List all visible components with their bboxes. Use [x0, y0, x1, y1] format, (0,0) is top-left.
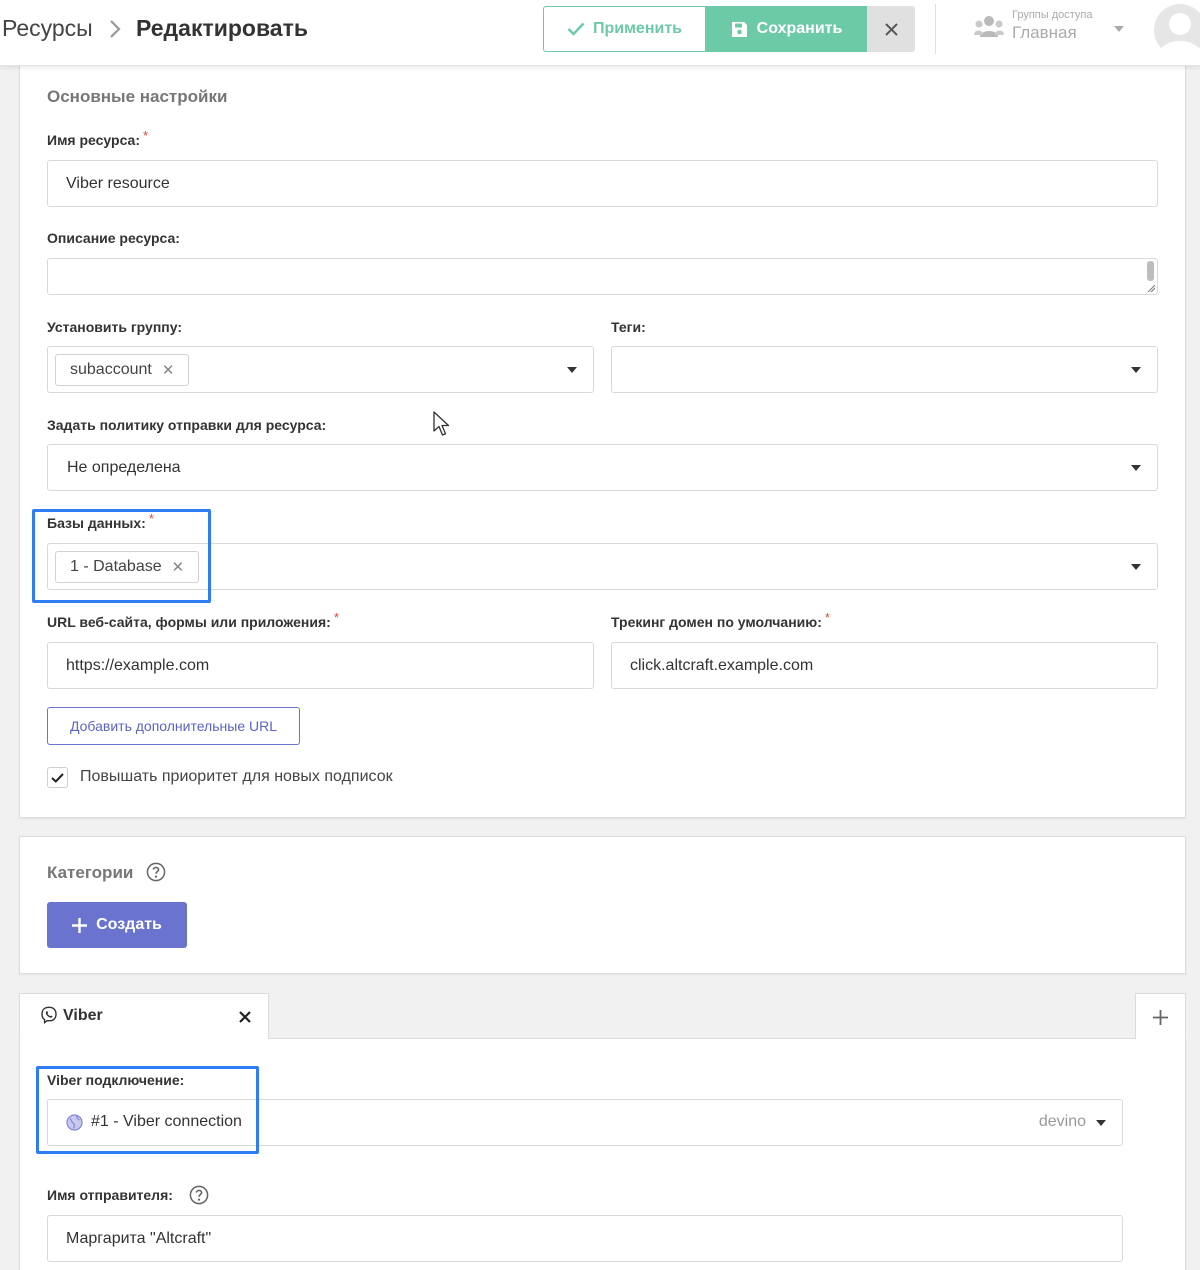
- add-channel-tab-button[interactable]: [1135, 993, 1186, 1040]
- dropdown-caret-icon: [1131, 465, 1141, 471]
- databases-select[interactable]: 1 - Database ✕: [47, 543, 1158, 590]
- categories-title: Категории: [47, 863, 134, 882]
- tags-label: Теги:: [611, 319, 646, 335]
- resource-name-label: Имя ресурса: *: [47, 128, 149, 148]
- remove-chip-icon[interactable]: ✕: [162, 361, 175, 379]
- save-button[interactable]: Сохранить: [706, 6, 867, 52]
- user-avatar-icon: [1158, 13, 1200, 56]
- access-groups-value: Главная: [1012, 23, 1077, 42]
- resource-description-textarea[interactable]: [47, 258, 1158, 295]
- resize-handle-icon[interactable]: [1148, 285, 1155, 292]
- check-icon: [567, 22, 585, 36]
- help-icon[interactable]: [146, 862, 166, 882]
- priority-checkbox-label[interactable]: Повышать приоритет для новых подписок: [80, 768, 393, 786]
- group-chip-label: subaccount: [70, 361, 152, 378]
- dropdown-caret-icon: [1131, 367, 1141, 373]
- help-icon[interactable]: [189, 1185, 209, 1205]
- add-urls-button-label: Добавить дополнительные URL: [69, 718, 277, 734]
- set-group-label: Установить группу:: [47, 319, 182, 335]
- add-urls-button[interactable]: Добавить дополнительные URL: [47, 707, 300, 745]
- basic-settings-title: Основные настройки: [47, 87, 228, 106]
- viber-connection-provider: devino: [1038, 1113, 1086, 1130]
- tracking-domain-label: Трекинг домен по умолчанию: *: [611, 610, 830, 630]
- tracking-domain-input[interactable]: click.altcraft.example.com: [611, 642, 1158, 689]
- top-header: Ресурсы Редактировать Применить Сохранит…: [0, 0, 1200, 66]
- apply-button[interactable]: Применить: [543, 6, 706, 52]
- tab-viber[interactable]: Viber: [19, 993, 269, 1040]
- highlight-box-viber-connection: [36, 1066, 259, 1154]
- website-url-label: URL веб-сайта, формы или приложения: *: [47, 610, 339, 630]
- check-icon: [51, 772, 64, 783]
- page-title: Редактировать: [136, 15, 308, 41]
- plus-icon: [72, 917, 88, 933]
- sender-name-input[interactable]: Маргарита "Altcraft": [47, 1215, 1123, 1262]
- highlight-box-databases: [32, 509, 211, 603]
- avatar[interactable]: [1154, 4, 1200, 56]
- resource-name-input[interactable]: Viber resource: [47, 160, 1158, 207]
- priority-checkbox[interactable]: [47, 767, 68, 788]
- close-icon: [884, 22, 898, 36]
- mouse-cursor-icon: [433, 411, 450, 436]
- breadcrumb-resources[interactable]: Ресурсы: [2, 15, 93, 42]
- close-button[interactable]: [867, 6, 915, 52]
- dropdown-caret-icon: [1131, 564, 1141, 570]
- chevron-down-icon: [1114, 26, 1124, 32]
- group-select[interactable]: subaccount ✕: [47, 346, 594, 393]
- floppy-disk-icon: [731, 21, 747, 37]
- plus-icon: [1153, 1009, 1168, 1025]
- send-policy-value: Не определена: [67, 459, 181, 476]
- send-policy-label: Задать политику отправки для ресурса:: [47, 417, 327, 433]
- viber-icon: [41, 1006, 57, 1024]
- send-policy-select[interactable]: Не определена: [47, 444, 1158, 491]
- access-groups-label: Группы доступа: [1012, 9, 1093, 21]
- dropdown-caret-icon: [1096, 1120, 1106, 1126]
- save-button-label: Сохранить: [756, 20, 843, 37]
- tags-select[interactable]: [611, 346, 1158, 393]
- sender-name-label: Имя отправителя:: [47, 1187, 173, 1203]
- create-category-button[interactable]: Создать: [47, 902, 187, 948]
- group-chip: subaccount ✕: [55, 354, 190, 386]
- resource-description-label: Описание ресурса:: [47, 230, 180, 246]
- create-category-button-label: Создать: [96, 916, 162, 933]
- website-url-input[interactable]: https://example.com: [47, 642, 594, 689]
- categories-panel: [19, 836, 1186, 974]
- access-groups-select[interactable]: Группы доступа Главная: [974, 8, 1134, 50]
- close-tab-icon[interactable]: [239, 1011, 251, 1023]
- header-divider: [935, 4, 936, 54]
- chevron-right-icon: [110, 20, 121, 38]
- users-group-icon: [974, 16, 1004, 37]
- apply-button-label: Применить: [592, 20, 682, 37]
- textarea-scrollbar[interactable]: [1147, 261, 1154, 281]
- dropdown-caret-icon: [567, 367, 577, 373]
- tab-viber-label: Viber: [63, 1007, 103, 1024]
